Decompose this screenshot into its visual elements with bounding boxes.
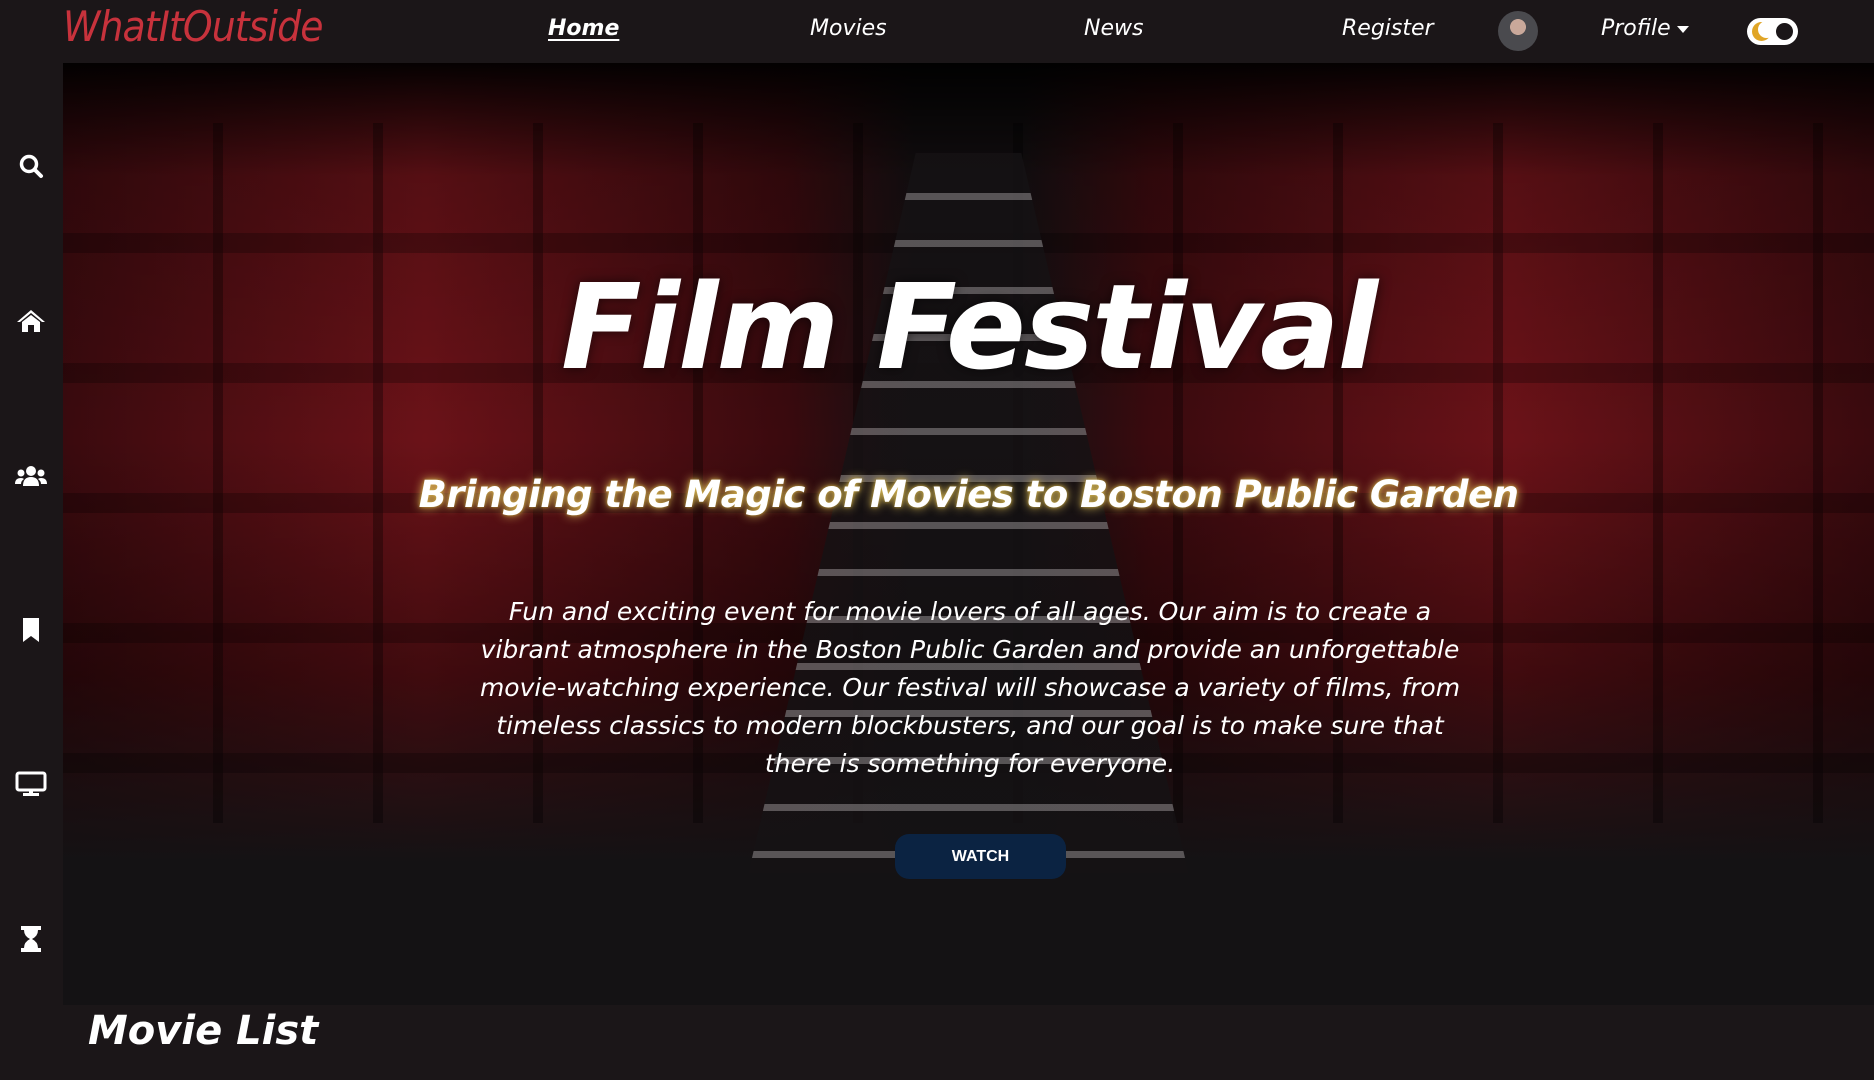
bookmark-icon[interactable] xyxy=(14,613,48,647)
watch-button[interactable]: WATCH xyxy=(895,834,1066,879)
profile-dropdown[interactable]: Profile xyxy=(1601,16,1689,41)
top-navbar: WhatItOutside Home Movies News Register … xyxy=(0,0,1874,63)
hero-description: Fun and exciting event for movie lovers … xyxy=(479,597,1461,778)
nav-register[interactable]: Register xyxy=(1342,16,1434,41)
section-title-movie-list: Movie List xyxy=(88,1008,319,1054)
logo[interactable]: WhatItOutside xyxy=(63,2,323,51)
moon-icon xyxy=(1752,21,1775,41)
nav-home[interactable]: Home xyxy=(548,16,619,41)
hero-banner: Film Festival Bringing the Magic of Movi… xyxy=(63,63,1874,1005)
users-icon[interactable] xyxy=(14,459,48,493)
profile-label: Profile xyxy=(1601,16,1671,41)
nav-movies[interactable]: Movies xyxy=(810,16,887,41)
toggle-knob xyxy=(1774,21,1795,42)
avatar[interactable] xyxy=(1498,11,1538,51)
hero-subtitle: Bringing the Magic of Movies to Boston P… xyxy=(418,473,1519,516)
search-icon[interactable] xyxy=(14,149,48,183)
hourglass-icon[interactable] xyxy=(14,922,48,956)
sidebar xyxy=(0,63,63,1080)
nav-news[interactable]: News xyxy=(1084,16,1143,41)
caret-down-icon xyxy=(1676,25,1689,33)
theme-toggle[interactable] xyxy=(1747,18,1798,45)
home-icon[interactable] xyxy=(14,304,48,338)
hero-title: Film Festival xyxy=(560,258,1378,396)
monitor-icon[interactable] xyxy=(14,767,48,801)
